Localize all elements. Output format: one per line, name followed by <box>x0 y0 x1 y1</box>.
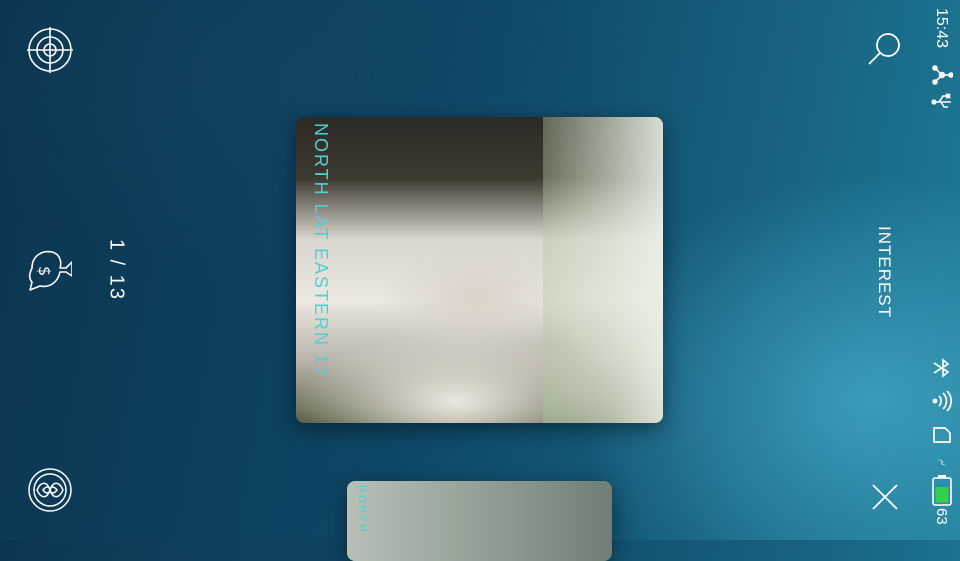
status-bar: 15:43 63 <box>924 0 960 540</box>
next-photo-caption: NORTH <box>356 485 368 534</box>
photo-background-foliage <box>543 117 663 423</box>
usb-icon <box>931 91 953 113</box>
page-counter-text: 1 / 13 <box>105 238 128 302</box>
search-icon[interactable] <box>866 30 904 68</box>
money-bag-icon[interactable]: $ <box>26 246 72 292</box>
crosshair-target-icon[interactable] <box>27 27 73 73</box>
status-time: 15:43 <box>933 8 950 49</box>
battery-level: 63 <box>933 508 950 525</box>
sim-card-icon <box>931 424 953 446</box>
share-icon <box>931 64 953 86</box>
charging-bolt-icon <box>931 451 953 473</box>
photo-card[interactable]: NORTH LAT EASTERN 17 <box>296 117 663 423</box>
bluetooth-icon <box>931 357 953 379</box>
category-label[interactable]: INTEREST <box>866 222 902 322</box>
lotus-emblem-icon[interactable] <box>27 467 73 513</box>
page-counter: 1 / 13 <box>86 238 146 302</box>
photo-caption: NORTH LAT EASTERN 17 <box>311 123 331 379</box>
category-label-text: INTEREST <box>875 225 894 319</box>
close-icon[interactable] <box>867 479 903 515</box>
battery-icon <box>931 474 953 506</box>
svg-text:$: $ <box>35 266 54 276</box>
next-photo-card[interactable]: NORTH <box>347 481 612 561</box>
wifi-icon <box>931 390 953 412</box>
